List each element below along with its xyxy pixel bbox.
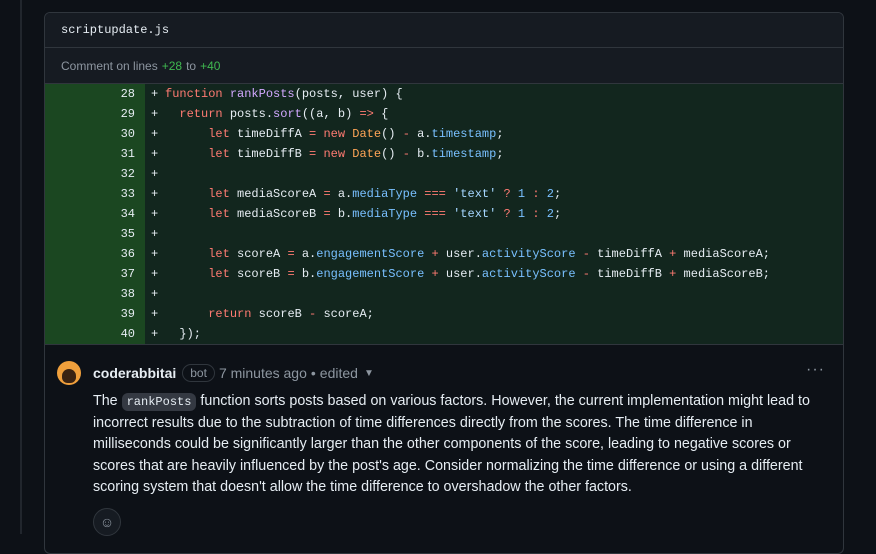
edited-label[interactable]: edited — [320, 365, 358, 381]
comment-timestamp[interactable]: 7 minutes ago — [219, 365, 307, 381]
diff-line: 31 + let timeDiffB = new Date() - b.times… — [45, 144, 843, 164]
diff-line: 40 + }); — [45, 324, 843, 344]
diff-line: 34 + let mediaScoreB = b.mediaType === 't… — [45, 204, 843, 224]
kebab-menu-icon[interactable]: ··· — [806, 361, 825, 379]
code-line: + — [151, 227, 159, 241]
code-line: + — [151, 167, 159, 181]
code-line: + let scoreB = b.engagementScore + user.… — [151, 267, 770, 281]
diff-line: 33 + let mediaScoreA = a.mediaType === 't… — [45, 184, 843, 204]
line-number[interactable]: 32 — [45, 164, 145, 184]
line-number[interactable]: 38 — [45, 284, 145, 304]
diff-line: 39 + return scoreB - scoreA; — [45, 304, 843, 324]
file-header[interactable]: scriptupdate.js — [45, 13, 843, 48]
line-number[interactable]: 34 — [45, 204, 145, 224]
code-line: + let timeDiffA = new Date() - a.timesta… — [151, 127, 504, 141]
line-number[interactable]: 35 — [45, 224, 145, 244]
diff-line: 28 + function rankPosts(posts, user) { — [45, 84, 843, 104]
code-line: + let timeDiffB = new Date() - b.timesta… — [151, 147, 504, 161]
code-line: + return scoreB - scoreA; — [151, 307, 374, 321]
diff-line: 36 + let scoreA = a.engagementScore + use… — [45, 244, 843, 264]
diff-line: 37 + let scoreB = b.engagementScore + use… — [45, 264, 843, 284]
line-number[interactable]: 28 — [45, 84, 145, 104]
review-thread: scriptupdate.js Comment on lines +28 to … — [44, 12, 844, 554]
diff-hunk: 28 + function rankPosts(posts, user) { 29 +… — [45, 84, 843, 344]
timeline-line — [20, 0, 22, 534]
code-line: + — [151, 287, 159, 301]
smiley-icon[interactable]: ☺ — [93, 508, 121, 537]
code-line: + function rankPosts(posts, user) { — [151, 87, 403, 101]
bot-badge: bot — [182, 364, 215, 382]
line-number[interactable]: 31 — [45, 144, 145, 164]
code-line: + let mediaScoreB = b.mediaType === 'tex… — [151, 207, 562, 221]
diff-line: 32 + — [45, 164, 843, 184]
review-comment: coderabbitai bot 7 minutes ago • edited … — [45, 344, 843, 537]
line-number[interactable]: 29 — [45, 104, 145, 124]
code-line: + let mediaScoreA = a.mediaType === 'tex… — [151, 187, 562, 201]
line-number[interactable]: 37 — [45, 264, 145, 284]
code-line: + return posts.sort((a, b) => { — [151, 107, 389, 121]
diff-line: 30 + let timeDiffA = new Date() - a.times… — [45, 124, 843, 144]
comment-text: function sorts posts based on various fa… — [93, 393, 810, 495]
comment-author[interactable]: coderabbitai — [93, 365, 176, 381]
comment-range-prefix: Comment on lines — [61, 58, 158, 73]
file-name[interactable]: scriptupdate.js — [61, 23, 169, 37]
comment-range-start: +28 — [161, 58, 183, 73]
comment-body: The rankPosts function sorts posts based… — [93, 391, 833, 498]
rabbit-avatar-icon[interactable] — [57, 361, 81, 385]
chevron-down-icon[interactable]: ▼ — [364, 368, 374, 379]
line-number[interactable]: 36 — [45, 244, 145, 264]
diff-line: 29 + return posts.sort((a, b) => { — [45, 104, 843, 124]
line-number[interactable]: 33 — [45, 184, 145, 204]
comment-range-to: to — [186, 58, 197, 73]
comment-range: Comment on lines +28 to +40 — [45, 48, 843, 84]
separator-dot: • — [310, 365, 316, 381]
comment-range-end: +40 — [200, 58, 221, 73]
line-number[interactable]: 40 — [45, 324, 145, 344]
comment-text: The — [93, 393, 122, 409]
code-line: + }); — [151, 327, 202, 341]
inline-code: rankPosts — [121, 393, 197, 411]
diff-line: 35 + — [45, 224, 843, 244]
line-number[interactable]: 30 — [45, 124, 145, 144]
line-number[interactable]: 39 — [45, 304, 145, 324]
code-line: + let scoreA = a.engagementScore + user.… — [151, 247, 770, 261]
diff-line: 38 + — [45, 284, 843, 304]
comment-header: coderabbitai bot 7 minutes ago • edited … — [57, 361, 827, 385]
